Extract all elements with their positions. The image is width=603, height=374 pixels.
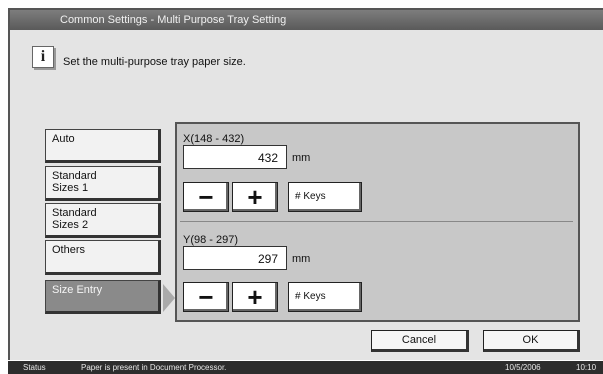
standard-sizes-1-button[interactable]: Standard Sizes 1 bbox=[45, 166, 161, 201]
x-numeric-keys-button[interactable]: # Keys bbox=[288, 182, 362, 212]
size-entry-button[interactable]: Size Entry bbox=[45, 280, 161, 314]
y-value-field[interactable]: 297 bbox=[183, 246, 287, 270]
x-minus-button[interactable]: − bbox=[183, 182, 229, 212]
window-title: Common Settings - Multi Purpose Tray Set… bbox=[10, 10, 603, 30]
status-button[interactable]: Status bbox=[23, 361, 46, 374]
y-minus-button[interactable]: − bbox=[183, 282, 229, 312]
y-plus-button[interactable]: + bbox=[232, 282, 278, 312]
cancel-button[interactable]: Cancel bbox=[371, 330, 469, 352]
others-button[interactable]: Others bbox=[45, 240, 161, 275]
status-time: 10:10 bbox=[576, 363, 597, 372]
status-bar: Status Paper is present in Document Proc… bbox=[8, 361, 603, 374]
info-icon: i bbox=[32, 46, 54, 68]
y-unit-label: mm bbox=[292, 253, 311, 265]
instruction-message: Set the multi-purpose tray paper size. bbox=[63, 56, 246, 68]
auto-button[interactable]: Auto bbox=[45, 129, 161, 163]
ok-button[interactable]: OK bbox=[483, 330, 580, 352]
status-date: 10/5/2006 bbox=[505, 363, 541, 372]
selection-arrow-icon bbox=[163, 284, 175, 312]
x-range-label: X(148 - 432) bbox=[183, 133, 245, 145]
x-value-field[interactable]: 432 bbox=[183, 145, 287, 169]
x-plus-button[interactable]: + bbox=[232, 182, 278, 212]
standard-sizes-2-button[interactable]: Standard Sizes 2 bbox=[45, 203, 161, 238]
y-numeric-keys-button[interactable]: # Keys bbox=[288, 282, 362, 312]
panel-divider bbox=[180, 221, 573, 222]
x-unit-label: mm bbox=[292, 152, 311, 164]
auto-button-label: Auto bbox=[52, 133, 75, 145]
y-range-label: Y(98 - 297) bbox=[183, 234, 239, 246]
status-message: Paper is present in Document Processor. bbox=[81, 363, 227, 372]
